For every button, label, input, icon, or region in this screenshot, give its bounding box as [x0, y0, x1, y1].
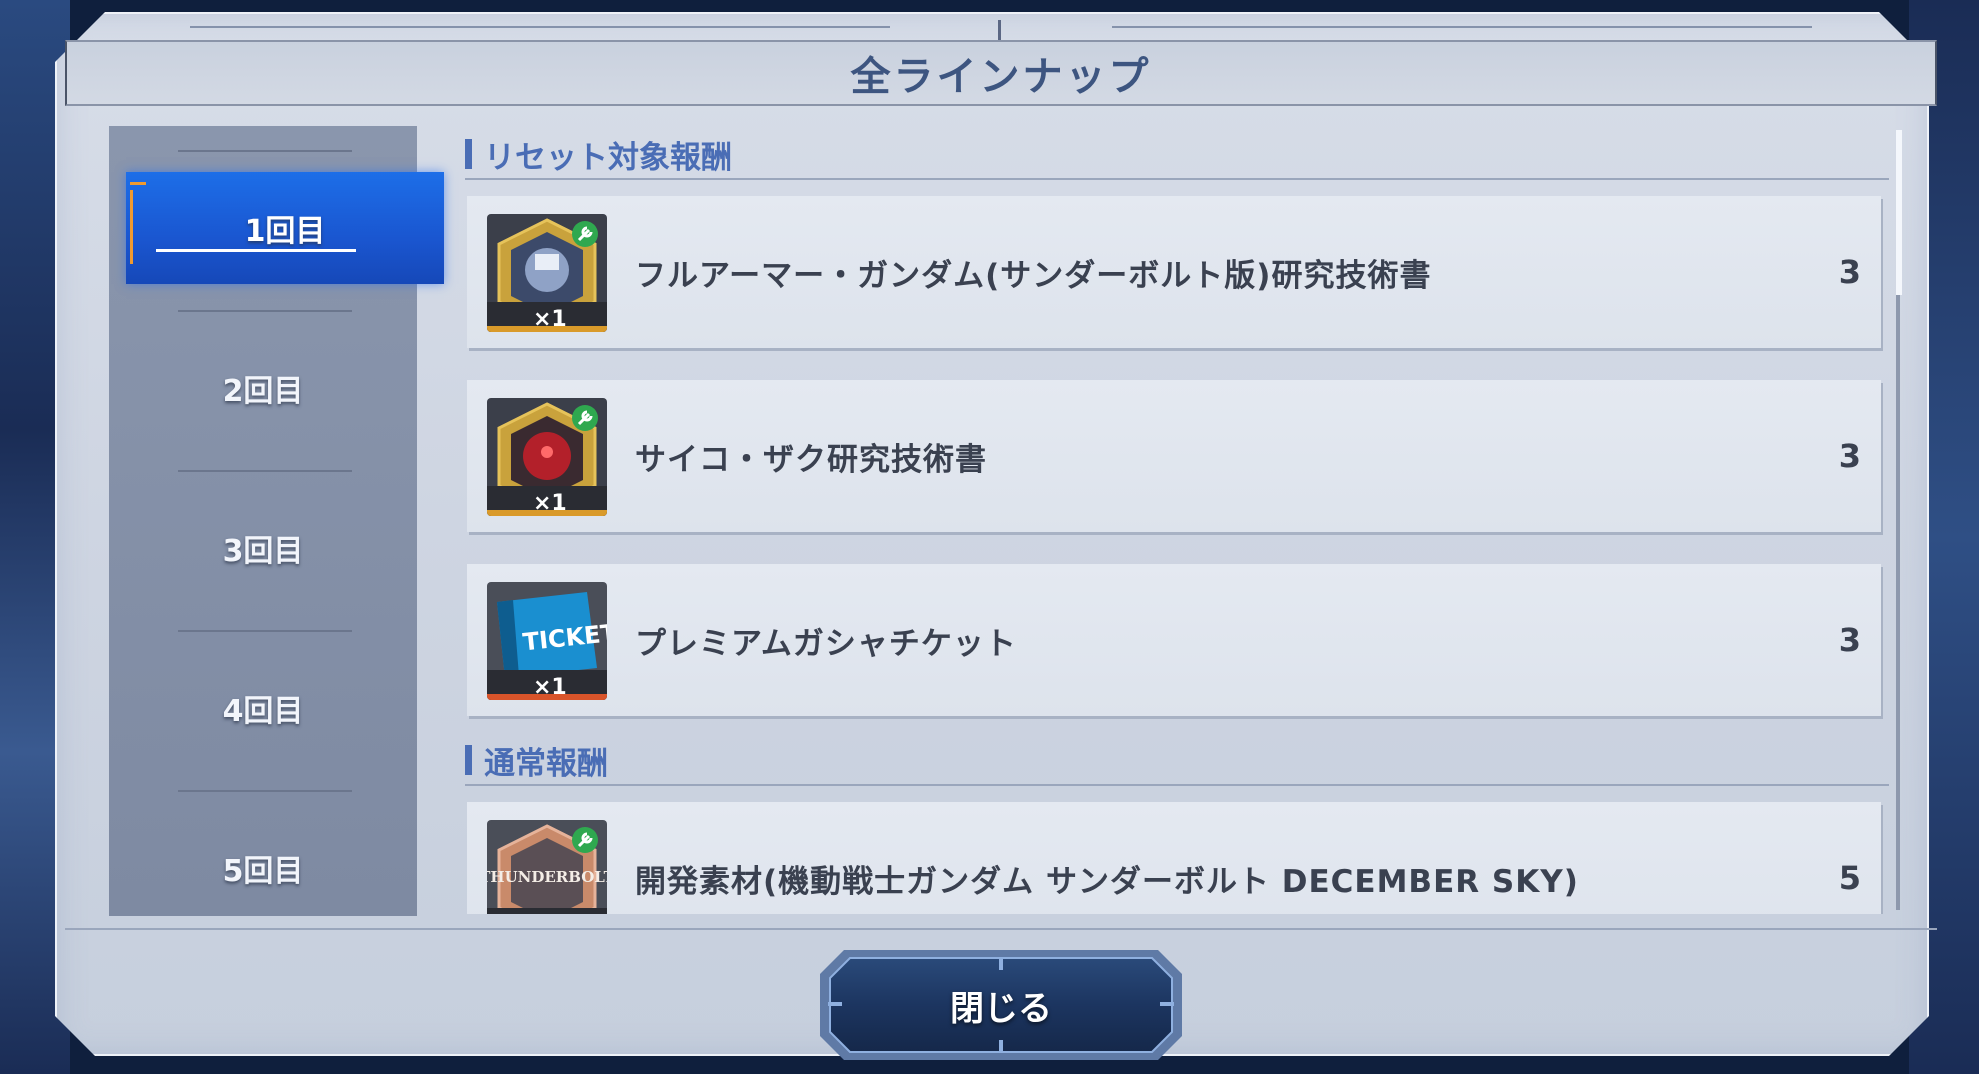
research-book-gundam-icon: ×1	[487, 214, 607, 332]
active-underline	[156, 249, 356, 252]
bottom-divider	[65, 928, 1937, 930]
sidebar-separator	[178, 630, 352, 632]
top-decoration-line	[190, 26, 890, 28]
svg-text:THUNDERBOLT: THUNDERBOLT	[487, 868, 607, 886]
sidebar-item-round-5[interactable]: 5回目	[109, 820, 417, 916]
reward-item[interactable]: ×1 サイコ・ザク研究技術書 3	[467, 380, 1881, 532]
sidebar-item-label: 1回目	[244, 214, 326, 249]
sidebar-separator	[178, 150, 352, 152]
reward-list[interactable]: リセット対象報酬 ×1 フルアーマー・ガンダム(サンダーボルト版)研究技術書 3	[455, 122, 1895, 914]
svg-text:×1: ×1	[533, 913, 567, 914]
active-accent-bar	[130, 190, 133, 264]
close-button[interactable]: 閉じる	[816, 946, 1186, 1064]
reward-item-count: 5	[1838, 859, 1861, 897]
reward-item[interactable]: ×1 フルアーマー・ガンダム(サンダーボルト版)研究技術書 3	[467, 196, 1881, 348]
heading-bar	[465, 139, 472, 169]
sidebar-item-round-2[interactable]: 2回目	[109, 340, 417, 436]
section-divider	[465, 784, 1889, 786]
sidebar-item-label: 5回目	[222, 854, 304, 889]
sidebar-item-round-4[interactable]: 4回目	[109, 660, 417, 756]
research-book-zaku-icon: ×1	[487, 398, 607, 516]
section-heading-normal: 通常報酬	[465, 742, 608, 782]
ticket-icon: TICKET ×1	[487, 582, 607, 700]
reward-item-name: 開発素材(機動戦士ガンダム サンダーボルト DECEMBER SKY)	[635, 863, 1579, 900]
top-center-tick	[998, 20, 1001, 42]
top-decoration-line	[1112, 26, 1812, 28]
title-bar: 全ラインナップ	[65, 40, 1937, 106]
reward-item-count: 3	[1838, 253, 1861, 291]
dialog-title: 全ラインナップ	[850, 54, 1152, 100]
close-button-label: 閉じる	[950, 988, 1052, 1029]
section-heading-label: 通常報酬	[484, 745, 608, 782]
reward-item-count: 3	[1838, 437, 1861, 475]
thunderbolt-material-icon: THUNDERBOLT ×1	[487, 820, 607, 914]
reward-item[interactable]: THUNDERBOLT ×1 開発素材(機動戦士ガンダム サンダーボルト DEC…	[467, 802, 1881, 914]
section-heading-label: リセット対象報酬	[484, 139, 732, 176]
scrollbar-thumb[interactable]	[1896, 130, 1902, 295]
sidebar-item-round-1[interactable]: 1回目	[126, 172, 444, 284]
reward-item-name: サイコ・ザク研究技術書	[635, 441, 987, 478]
reward-item-count: 3	[1838, 621, 1861, 659]
reward-item-name: フルアーマー・ガンダム(サンダーボルト版)研究技術書	[635, 257, 1432, 294]
sidebar-separator	[178, 470, 352, 472]
sidebar-item-label: 2回目	[222, 374, 304, 409]
section-divider	[465, 178, 1889, 180]
sidebar-item-label: 4回目	[222, 694, 304, 729]
section-heading-reset: リセット対象報酬	[465, 136, 732, 176]
sidebar-item-label: 3回目	[222, 534, 304, 569]
reward-item[interactable]: TICKET ×1 プレミアムガシャチケット 3	[467, 564, 1881, 716]
heading-bar	[465, 745, 472, 775]
active-accent-tick	[130, 182, 146, 185]
sidebar-separator	[178, 310, 352, 312]
round-sidebar: 1回目 2回目 3回目 4回目 5回目	[109, 126, 444, 916]
sidebar-item-round-3[interactable]: 3回目	[109, 500, 417, 596]
reward-item-name: プレミアムガシャチケット	[635, 625, 1017, 662]
sidebar-separator	[178, 790, 352, 792]
